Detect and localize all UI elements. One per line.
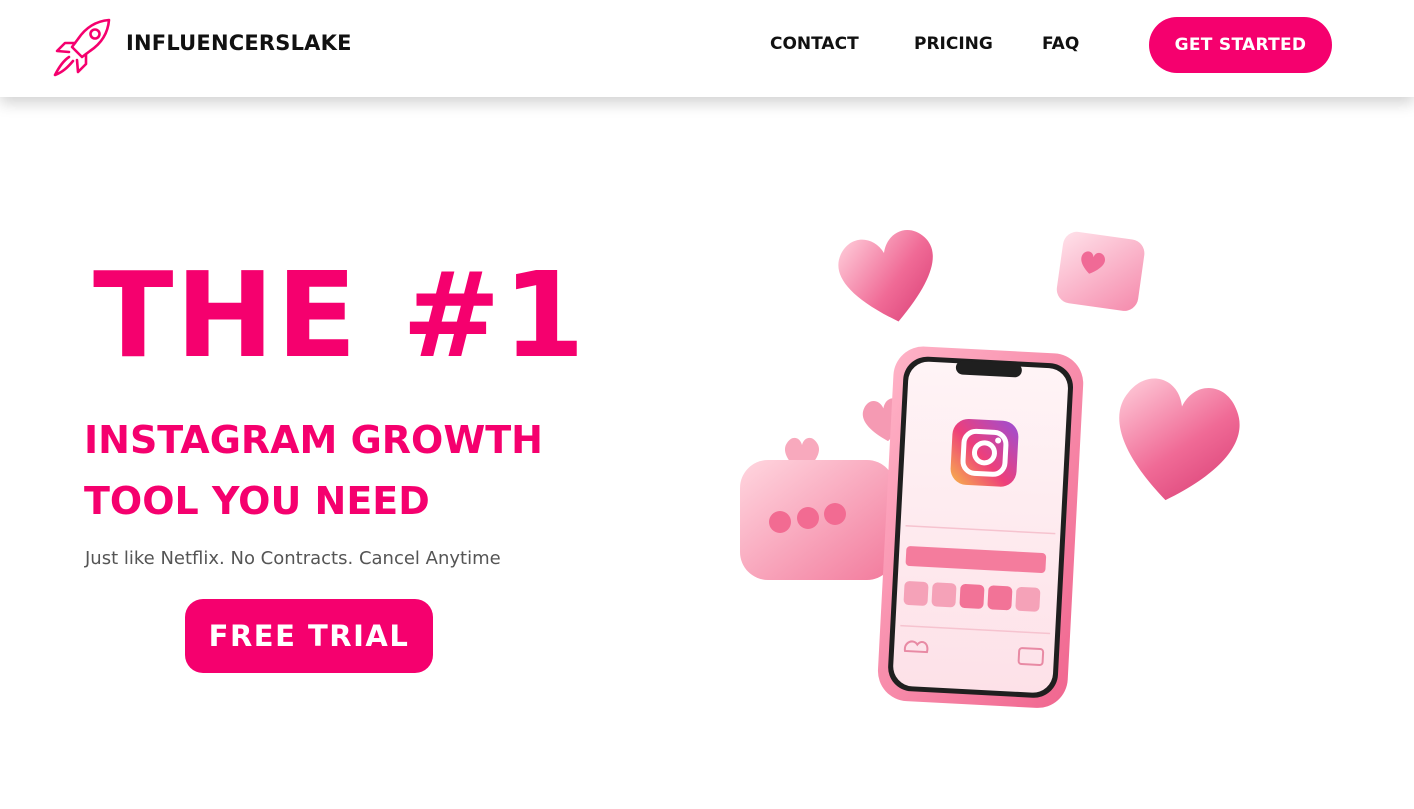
hero-tagline: Just like Netflix. No Contracts. Cancel … [85,548,501,569]
hero-subtitle-line2: TOOL YOU NEED [84,479,430,523]
phone-mockup [877,346,1084,708]
large-heart-icon [1119,378,1240,501]
brand-name: INFLUENCERSLAKE [126,31,352,55]
hero-subtitle-line1: INSTAGRAM GROWTH [84,418,543,462]
heart-cube-icon [1056,231,1145,311]
site-header: INFLUENCERSLAKE CONTACT PRICING FAQ GET … [0,0,1414,97]
chat-bubble-icon [740,460,895,580]
free-trial-button[interactable]: FREE TRIAL [185,599,433,673]
instagram-icon [950,418,1019,487]
nav-contact-link[interactable]: CONTACT [770,34,859,54]
nav-pricing-link[interactable]: PRICING [914,34,993,54]
hero-title: THE #1 [93,246,587,384]
nav-faq-link[interactable]: FAQ [1042,34,1079,54]
heart-icon [838,230,933,322]
rocket-icon [53,18,111,77]
brand-logo[interactable]: INFLUENCERSLAKE [52,17,351,77]
get-started-button[interactable]: GET STARTED [1149,17,1332,73]
phone-illustration [740,230,1240,708]
